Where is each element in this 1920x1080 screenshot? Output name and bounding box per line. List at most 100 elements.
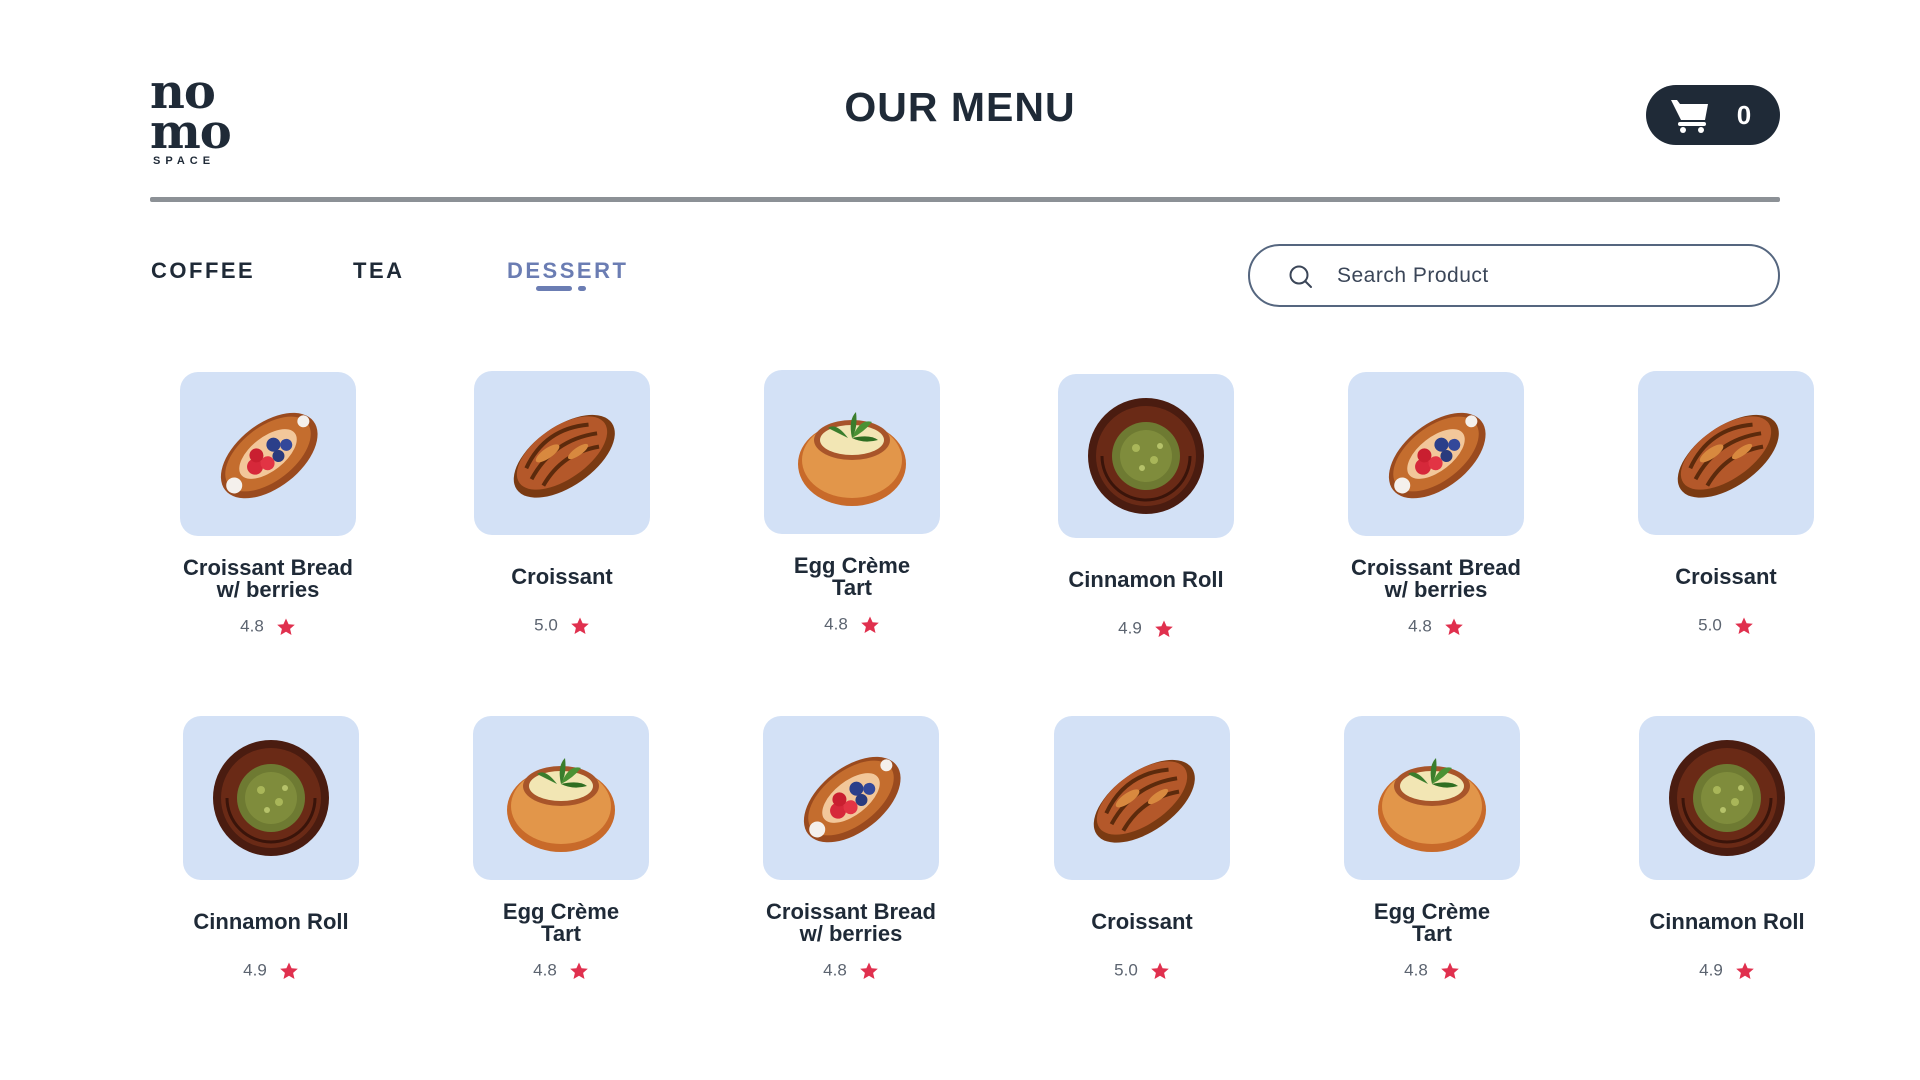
croissant-image [513,414,615,498]
product-name-line1: Cinnamon Roll [1649,909,1805,934]
rating-value: 5.0 [1698,615,1722,635]
star-icon [1735,617,1753,634]
product-card[interactable]: Egg Crème Tart 4.8 [419,716,669,1016]
product-rating: 5.0 [1601,615,1851,636]
product-rating: 4.9 [1021,618,1271,639]
star-icon [280,962,298,979]
product-name-line1: Croissant [1675,564,1777,589]
product-image[interactable] [183,716,359,880]
header-divider [150,197,1780,202]
product-rating: 4.8 [727,614,977,635]
rating-value: 4.8 [533,960,557,980]
page-title: OUR MENU [844,84,1076,130]
berry-danish-image [220,412,318,499]
product-image[interactable] [763,716,939,880]
rating-value: 4.9 [1118,618,1142,638]
star-icon [277,618,295,635]
star-icon [1441,962,1459,979]
product-image[interactable] [1054,716,1230,880]
product-name: Cinnamon Roll [1602,911,1852,933]
product-rating: 4.8 [436,960,686,981]
product-name: Croissant Bread w/ berries [726,901,976,945]
product-rating: 4.9 [1602,960,1852,981]
product-name: Egg Crème Tart [727,555,977,599]
rating-value: 4.8 [824,614,848,634]
berry-danish-image [1388,412,1486,499]
product-image[interactable] [1638,371,1814,535]
cart-icon [1671,100,1708,133]
active-tab-indicator-dot [578,286,586,291]
product-name-line2: w/ berries [799,921,903,946]
product-image[interactable] [180,372,356,536]
product-card[interactable]: Croissant 5.0 [420,371,670,671]
product-image[interactable] [1344,716,1520,880]
product-image[interactable] [764,370,940,534]
product-card[interactable]: Croissant 5.0 [1584,371,1834,671]
product-name: Croissant Bread w/ berries [1311,557,1561,601]
cinnamon-roll-image [1088,398,1204,514]
product-card[interactable]: Egg Crème Tart 4.8 [710,370,960,670]
search-input[interactable] [1337,260,1737,292]
rating-value: 5.0 [534,615,558,635]
product-name-line2: w/ berries [1384,577,1488,602]
product-image[interactable] [474,371,650,535]
product-rating: 4.8 [143,616,393,637]
product-name-line2: Tart [1412,921,1452,946]
product-name-line1: Croissant Bread [183,555,353,580]
product-card[interactable]: Cinnamon Roll 4.9 [129,716,379,1016]
star-icon [861,616,879,633]
rating-value: 4.9 [1699,960,1723,980]
product-rating: 4.9 [146,960,396,981]
product-name: Egg Crème Tart [1307,901,1557,945]
product-name-line1: Croissant [511,564,613,589]
product-rating: 5.0 [1017,960,1267,981]
berry-danish-image [803,756,901,843]
product-card[interactable]: Croissant Bread w/ berries 4.8 [126,372,376,672]
croissant-image [1677,414,1779,498]
product-rating: 5.0 [437,615,687,636]
product-name-line1: Croissant [1091,909,1193,934]
product-name-line1: Egg Crème [1373,899,1491,924]
tab-dessert[interactable]: DESSERT [507,258,628,284]
croissant-image [1093,759,1195,843]
product-name: Croissant [437,566,687,588]
product-card[interactable]: Croissant Bread w/ berries 4.8 [1294,372,1544,672]
star-icon [860,962,878,979]
product-card[interactable]: Croissant Bread w/ berries 4.8 [709,716,959,1016]
star-icon [571,617,589,634]
rating-value: 4.8 [240,616,264,636]
product-name: Croissant Bread w/ berries [143,557,393,601]
product-image[interactable] [1058,374,1234,538]
product-rating: 4.8 [726,960,976,981]
cart-button[interactable]: 0 [1646,85,1780,145]
star-icon [570,962,588,979]
product-name-line2: Tart [832,575,872,600]
egg-tart-image [1378,758,1486,852]
rating-value: 4.8 [823,960,847,980]
product-card[interactable]: Croissant 5.0 [1000,716,1250,1016]
egg-tart-image [798,412,906,506]
search-box[interactable] [1248,244,1780,307]
product-image[interactable] [1348,372,1524,536]
product-name-line1: Croissant Bread [1351,555,1521,580]
product-image[interactable] [473,716,649,880]
product-image[interactable] [1639,716,1815,880]
product-rating: 4.8 [1307,960,1557,981]
tab-tea[interactable]: TEA [353,258,405,284]
active-tab-indicator [536,286,572,291]
product-name: Croissant [1017,911,1267,933]
product-name-line2: Tart [541,921,581,946]
rating-value: 4.8 [1404,960,1428,980]
product-name-line1: Cinnamon Roll [193,909,349,934]
product-card[interactable]: Cinnamon Roll 4.9 [1585,716,1835,1016]
rating-value: 5.0 [1114,960,1138,980]
star-icon [1151,962,1169,979]
product-card[interactable]: Cinnamon Roll 4.9 [1004,374,1254,674]
search-icon [1289,265,1312,288]
product-card[interactable]: Egg Crème Tart 4.8 [1290,716,1540,1016]
product-name: Egg Crème Tart [436,901,686,945]
egg-tart-image [507,758,615,852]
tab-coffee[interactable]: COFFEE [151,258,255,284]
product-name: Cinnamon Roll [146,911,396,933]
product-name: Cinnamon Roll [1021,569,1271,591]
